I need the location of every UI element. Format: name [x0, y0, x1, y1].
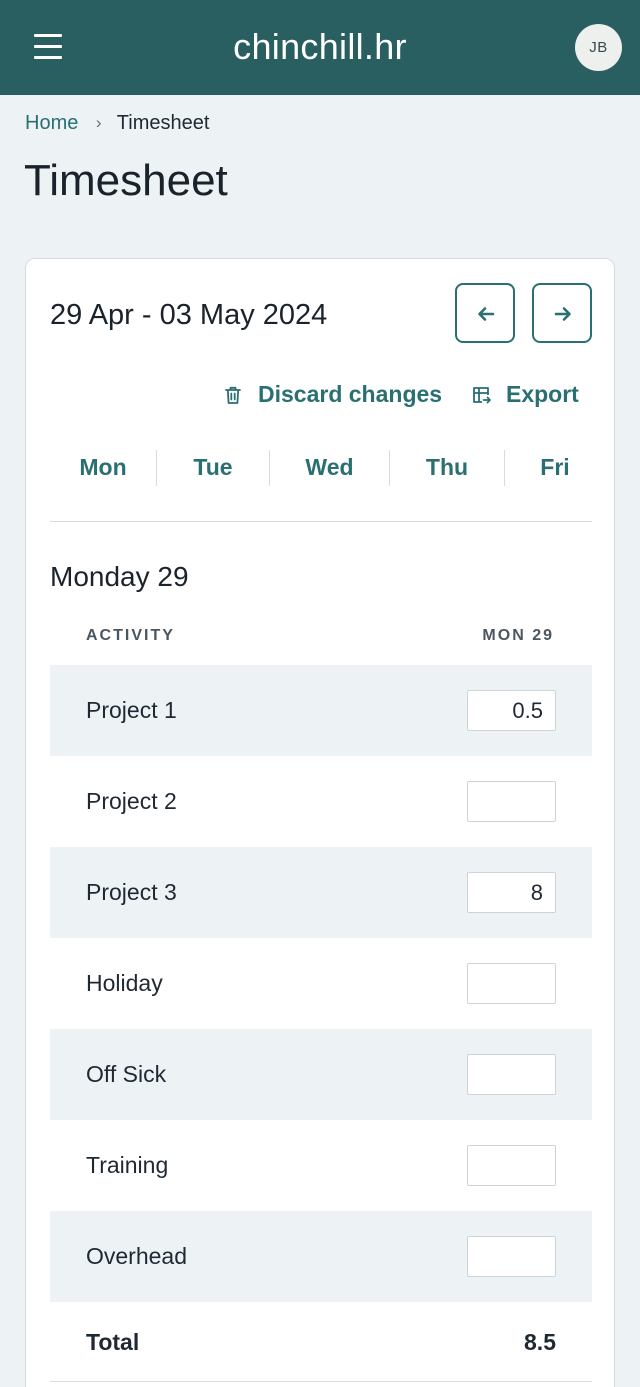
chevron-right-icon: ›: [95, 113, 102, 132]
arrow-left-icon: [478, 307, 495, 321]
activity-label: Off Sick: [86, 1061, 167, 1087]
top-bar: chinchill.hr JB: [0, 0, 640, 95]
activity-label: Training: [86, 1152, 169, 1178]
divider: [50, 521, 592, 522]
table-row: Off Sick: [50, 1029, 592, 1120]
discard-changes-label: Discard changes: [258, 381, 443, 407]
user-avatar[interactable]: JB: [575, 24, 622, 71]
column-header-day: MON 29: [482, 627, 554, 644]
table-row: Project 3: [50, 847, 592, 938]
timesheet-card: 29 Apr - 03 May 2024 Discard changes Exp…: [25, 258, 615, 1387]
week-range: 29 Apr - 03 May 2024: [50, 299, 328, 331]
activity-label: Project 2: [86, 788, 177, 814]
export-button[interactable]: Export: [470, 381, 579, 408]
hours-input[interactable]: [467, 872, 556, 913]
breadcrumb: Home › Timesheet: [25, 112, 209, 135]
arrow-right-icon: [554, 307, 571, 321]
export-table-icon: [473, 387, 491, 404]
hours-input[interactable]: [467, 1236, 556, 1277]
day-heading: Monday 29: [50, 561, 189, 592]
discard-changes-button[interactable]: Discard changes: [222, 381, 442, 408]
table-row: Project 1: [50, 665, 592, 756]
activity-label: Project 1: [86, 697, 177, 723]
previous-week-button[interactable]: [455, 283, 515, 343]
column-header-activity: ACTIVITY: [86, 627, 175, 644]
tab-tue[interactable]: Tue: [157, 444, 269, 490]
hours-input[interactable]: [467, 781, 556, 822]
total-label: Total: [86, 1329, 140, 1355]
breadcrumb-current: Timesheet: [116, 112, 210, 134]
activity-table: Project 1 Project 2 Project 3 Holiday Of…: [50, 665, 592, 1382]
table-row: Project 2: [50, 756, 592, 847]
breadcrumb-home-link[interactable]: Home: [25, 112, 78, 134]
day-tabs: Mon Tue Wed Thu Fri: [50, 444, 592, 490]
hours-input[interactable]: [467, 690, 556, 731]
activity-label: Project 3: [86, 879, 177, 905]
hours-input[interactable]: [467, 1054, 556, 1095]
total-row: Total 8.5: [50, 1302, 592, 1382]
activity-label: Holiday: [86, 970, 163, 996]
total-value: 8.5: [524, 1329, 556, 1355]
tab-fri[interactable]: Fri: [505, 444, 605, 490]
tab-thu[interactable]: Thu: [390, 444, 504, 490]
table-row: Overhead: [50, 1211, 592, 1302]
export-label: Export: [506, 381, 579, 407]
tab-mon[interactable]: Mon: [50, 444, 156, 490]
table-row: Holiday: [50, 938, 592, 1029]
activity-label: Overhead: [86, 1243, 188, 1269]
next-week-button[interactable]: [532, 283, 592, 343]
app-logo[interactable]: chinchill.hr: [0, 26, 640, 68]
table-row: Training: [50, 1120, 592, 1211]
trash-icon: [225, 386, 241, 404]
tab-wed[interactable]: Wed: [270, 444, 389, 490]
hours-input[interactable]: [467, 963, 556, 1004]
hours-input[interactable]: [467, 1145, 556, 1186]
page-title: Timesheet: [24, 156, 228, 205]
